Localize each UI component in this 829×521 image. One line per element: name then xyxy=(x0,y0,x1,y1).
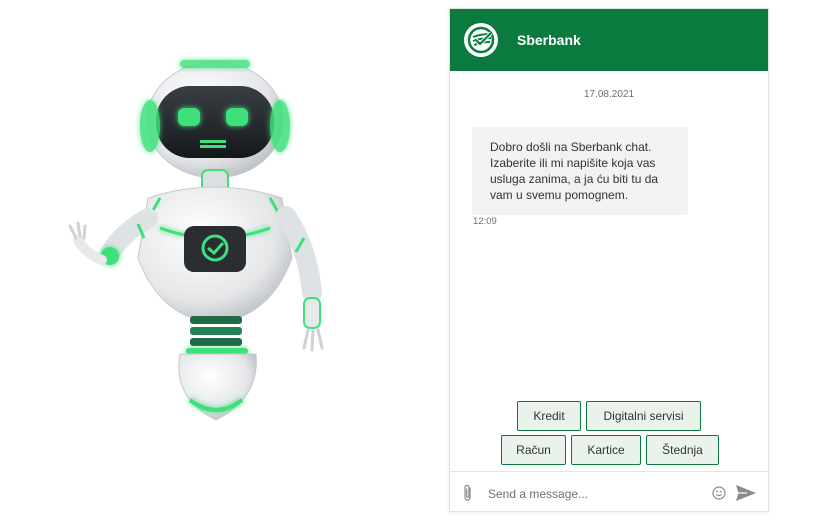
robot-mascot-illustration xyxy=(60,48,350,448)
quick-reply-racun-button[interactable]: Račun xyxy=(501,435,566,465)
chat-date-label: 17.08.2021 xyxy=(583,89,635,100)
message-input[interactable] xyxy=(486,482,710,506)
message-composer xyxy=(450,471,768,513)
chat-brand-title: Sberbank xyxy=(517,32,581,48)
quick-reply-stednja-button[interactable]: Štednja xyxy=(646,435,719,465)
quick-reply-kredit-button[interactable]: Kredit xyxy=(517,401,581,431)
send-icon[interactable] xyxy=(735,484,757,502)
paperclip-icon[interactable] xyxy=(462,484,474,502)
robot-mascot-graphic xyxy=(68,60,324,421)
sberbank-logo-icon xyxy=(464,23,498,57)
quick-reply-digitalni-servisi-button[interactable]: Digitalni servisi xyxy=(586,401,701,431)
chat-header: Sberbank xyxy=(450,9,768,71)
emoji-icon[interactable] xyxy=(712,486,726,500)
chat-widget: Sberbank 17.08.2021 Dobro došli na Sberb… xyxy=(449,8,769,512)
bot-message-bubble: Dobro došli na Sberbank chat. Izaberite … xyxy=(472,127,688,215)
page: Sberbank 17.08.2021 Dobro došli na Sberb… xyxy=(0,0,829,521)
quick-reply-kartice-button[interactable]: Kartice xyxy=(571,435,641,465)
message-timestamp: 12:09 xyxy=(473,216,497,227)
